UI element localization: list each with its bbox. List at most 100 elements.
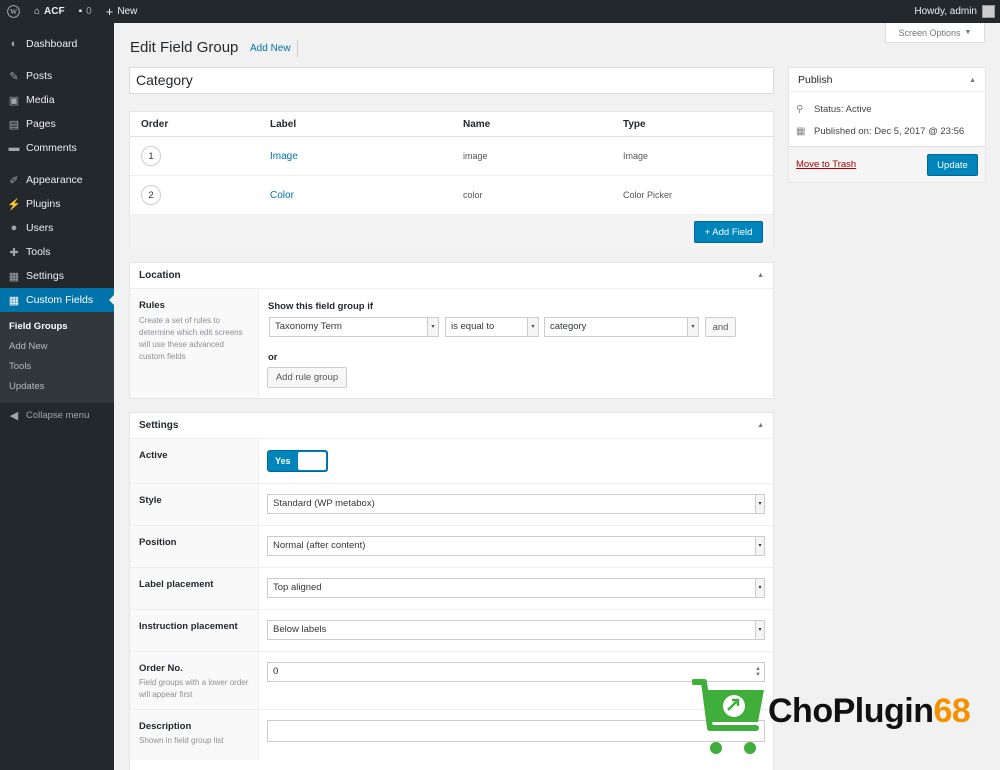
home-icon: ⌂ — [34, 6, 41, 17]
description-label: Description — [139, 721, 192, 732]
collapse-arrow-icon: ◀ — [9, 409, 19, 422]
active-toggle[interactable]: Yes — [267, 450, 328, 472]
sidebar-item-tools[interactable]: ✚ Tools — [0, 240, 114, 264]
settings-panel-header[interactable]: Settings ▲ — [130, 413, 773, 439]
column-header-name: Name — [463, 118, 491, 130]
wrench-icon: ✚ — [9, 246, 19, 259]
field-label-link[interactable]: Image — [270, 151, 463, 162]
show-if-label: Show this field group if — [268, 301, 374, 312]
rule-value-select[interactable]: category ▾ — [544, 317, 699, 337]
submenu-add-new[interactable]: Add New — [0, 337, 114, 357]
wordpress-logo-icon[interactable]: W — [0, 0, 27, 23]
add-rule-group-button[interactable]: Add rule group — [267, 367, 347, 388]
add-field-button[interactable]: + Add Field — [694, 221, 763, 243]
rule-operator-select[interactable]: is equal to ▾ — [445, 317, 539, 337]
comments-link[interactable]: ▪ 0 — [72, 0, 99, 23]
sidebar-item-users[interactable]: ● Users — [0, 216, 114, 240]
column-header-order: Order — [141, 118, 169, 130]
sidebar-item-pages[interactable]: ▤ Pages — [0, 112, 114, 136]
move-to-trash-link[interactable]: Move to Trash — [796, 159, 856, 170]
dropdown-arrow-icon: ▾ — [755, 537, 764, 555]
table-row[interactable]: 2 Color color Color Picker — [130, 176, 773, 215]
pin-icon: ✎ — [9, 70, 19, 83]
avatar — [982, 5, 995, 18]
description-hint: Shown in field group list — [139, 736, 224, 745]
submenu-updates[interactable]: Updates — [0, 377, 114, 397]
publish-actions: Move to Trash Update — [789, 146, 985, 182]
shopping-cart-icon — [691, 679, 764, 754]
fields-footer: + Add Field — [130, 215, 773, 248]
field-label-link[interactable]: Color — [270, 190, 463, 201]
account-menu[interactable]: Howdy, admin — [914, 5, 1000, 18]
new-content-link[interactable]: + New — [99, 0, 145, 23]
column-header-label: Label — [270, 118, 297, 130]
active-label: Active — [130, 439, 259, 483]
brush-icon: ✐ — [9, 174, 19, 187]
site-name-link[interactable]: ⌂ ACF — [27, 0, 72, 23]
plugin-icon: ⚡ — [7, 198, 21, 211]
field-name: color — [463, 190, 483, 200]
howdy-text: Howdy, admin — [914, 6, 977, 17]
rule-param-select[interactable]: Taxonomy Term ▾ — [269, 317, 439, 337]
position-label: Position — [130, 526, 259, 567]
submenu-field-groups[interactable]: Field Groups — [0, 317, 114, 337]
collapse-arrow-icon[interactable]: ▲ — [757, 422, 764, 429]
dashboard-icon: ◐ — [10, 38, 18, 50]
field-type: Color Picker — [623, 190, 673, 200]
site-name-label: ACF — [44, 6, 65, 17]
submenu-tools[interactable]: Tools — [0, 357, 114, 377]
setting-row-label-placement: Label placement Top aligned ▾ — [130, 568, 773, 610]
rules-description: Create a set of rules to determine which… — [139, 316, 243, 361]
order-handle[interactable]: 2 — [141, 185, 161, 205]
sidebar-item-settings[interactable]: ▦ Settings — [0, 264, 114, 288]
admin-sidebar: ◐ Dashboard ✎ Posts ▣ Media ▤ Pages ▬ Comment… — [0, 23, 114, 770]
svg-text:W: W — [10, 8, 18, 16]
table-row[interactable]: 1 Image image Image — [130, 137, 773, 176]
table-header: Order Label Name Type — [130, 112, 773, 137]
chevron-down-icon: ▼ — [964, 29, 972, 36]
order-number-input[interactable]: 0 ▲ ▼ — [267, 662, 765, 682]
description-input[interactable] — [267, 720, 765, 742]
panel-title: Publish — [798, 73, 833, 86]
label-placement-select[interactable]: Top aligned ▾ — [267, 578, 765, 598]
publish-box-header[interactable]: Publish ▲ — [789, 68, 985, 92]
collapse-arrow-icon[interactable]: ▲ — [757, 272, 764, 279]
position-select[interactable]: Normal (after content) ▾ — [267, 536, 765, 556]
panel-title: Location — [139, 270, 181, 281]
watermark-logo: ChoPlugin68 — [691, 676, 998, 760]
dropdown-arrow-icon: ▾ — [427, 318, 438, 336]
setting-row-style: Style Standard (WP metabox) ▾ — [130, 484, 773, 526]
add-new-button[interactable]: Add New — [244, 40, 298, 57]
sidebar-item-media[interactable]: ▣ Media — [0, 88, 114, 112]
instruction-placement-select[interactable]: Below labels ▾ — [267, 620, 765, 640]
rules-label: Rules — [139, 300, 165, 311]
or-label: or — [268, 352, 278, 363]
sidebar-item-comments[interactable]: ▬ Comments — [0, 136, 114, 160]
and-button[interactable]: and — [705, 317, 736, 337]
collapse-arrow-icon[interactable]: ▲ — [969, 77, 976, 84]
collapse-menu-button[interactable]: ◀ Collapse menu — [0, 403, 114, 427]
sidebar-item-dashboard[interactable]: ◐ Dashboard — [0, 32, 114, 56]
calendar-icon: ▦ — [796, 125, 806, 137]
setting-row-position: Position Normal (after content) ▾ — [130, 526, 773, 568]
sidebar-item-custom-fields[interactable]: ▦ Custom Fields — [0, 288, 114, 312]
order-handle[interactable]: 1 — [141, 146, 161, 166]
field-type: Image — [623, 151, 649, 161]
sidebar-item-posts[interactable]: ✎ Posts — [0, 64, 114, 88]
dropdown-arrow-icon: ▾ — [755, 621, 764, 639]
update-button[interactable]: Update — [927, 154, 978, 176]
location-panel-header[interactable]: Location ▲ — [130, 263, 773, 289]
style-select[interactable]: Standard (WP metabox) ▾ — [267, 494, 765, 514]
watermark-text: ChoPlugin68 — [768, 692, 971, 730]
screen-options-button[interactable]: Screen Options ▼ — [885, 23, 985, 43]
dropdown-arrow-icon: ▾ — [687, 318, 698, 336]
fields-table: Order Label Name Type 1 Image image Imag… — [129, 111, 774, 248]
field-group-title-input[interactable]: Category — [129, 67, 774, 94]
publish-status: ⚲ Status: Active — [796, 103, 872, 115]
pin-icon: ⚲ — [796, 103, 804, 115]
sidebar-item-plugins[interactable]: ⚡ Plugins — [0, 192, 114, 216]
setting-row-instruction-placement: Instruction placement Below labels ▾ — [130, 610, 773, 652]
column-header-type: Type — [623, 118, 646, 130]
sidebar-item-appearance[interactable]: ✐ Appearance — [0, 168, 114, 192]
custom-fields-submenu: Field Groups Add New Tools Updates — [0, 312, 114, 403]
